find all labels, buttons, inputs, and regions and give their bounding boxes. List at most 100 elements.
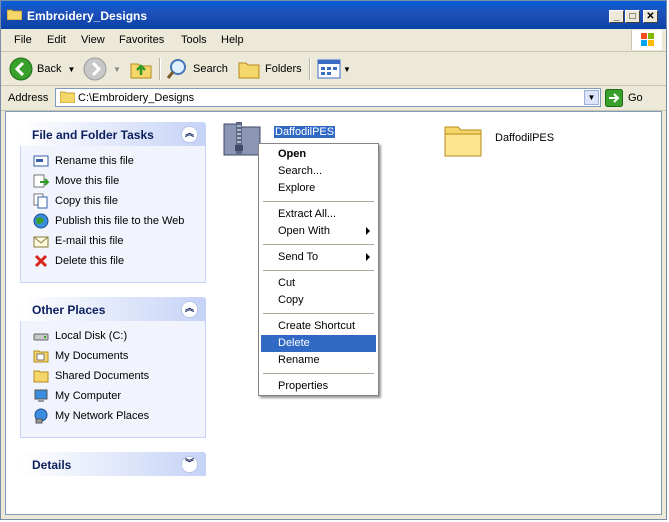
menu-item-label: Rename (278, 354, 320, 366)
file-name: DaffodilPES (274, 126, 336, 138)
toolbar-separator (159, 58, 161, 80)
folders-button[interactable]: Folders (237, 57, 302, 81)
close-button[interactable]: ✕ (643, 10, 658, 23)
views-icon (317, 59, 341, 79)
details-panel: Details ︾ (20, 452, 206, 476)
menu-item-extract-all[interactable]: Extract All... (261, 206, 376, 223)
place-label: Local Disk (C:) (55, 330, 128, 342)
menu-view[interactable]: View (81, 34, 105, 46)
details-header[interactable]: Details ︾ (20, 452, 206, 476)
file-folder-tasks-panel: File and Folder Tasks ︽ Rename this file… (20, 122, 206, 283)
place-my-documents[interactable]: My Documents (33, 347, 128, 365)
documents-folder-icon (33, 350, 49, 363)
menu-item-search[interactable]: Search... (261, 163, 376, 180)
menu-item-delete[interactable]: Delete (261, 335, 376, 352)
go-arrow-icon (605, 88, 623, 107)
menu-help[interactable]: Help (221, 34, 244, 46)
menu-item-copy[interactable]: Copy (261, 292, 376, 309)
submenu-arrow-icon (366, 253, 370, 261)
hard-drive-icon (33, 333, 49, 341)
other-places-header[interactable]: Other Places ︽ (20, 297, 206, 321)
file-item-folder[interactable]: DaffodilPES (443, 120, 554, 163)
email-icon (33, 236, 49, 248)
task-delete[interactable]: Delete this file (33, 252, 124, 270)
menu-item-label: Copy (278, 294, 304, 306)
menu-favorites[interactable]: Favorites (119, 34, 164, 46)
views-dropdown-icon[interactable]: ▼ (343, 65, 351, 74)
menu-item-properties[interactable]: Properties (261, 378, 376, 395)
forward-button[interactable]: ▼ (83, 57, 121, 81)
menu-item-open[interactable]: Open (261, 146, 376, 163)
menu-item-cut[interactable]: Cut (261, 275, 376, 292)
up-folder-icon (130, 63, 152, 79)
task-publish[interactable]: Publish this file to the Web (33, 212, 184, 230)
place-my-network-places[interactable]: My Network Places (33, 407, 149, 425)
compressed-folder-icon (223, 122, 261, 156)
forward-arrow-icon (83, 57, 107, 81)
menu-item-label: Cut (278, 277, 296, 289)
menu-item-rename[interactable]: Rename (261, 352, 376, 369)
address-input[interactable]: C:\Embroidery_Designs ▼ (55, 88, 601, 107)
search-button[interactable]: Search (165, 57, 228, 81)
file-folder-tasks-header[interactable]: File and Folder Tasks ︽ (20, 122, 206, 146)
menu-item-open-with[interactable]: Open With (261, 223, 376, 240)
views-button[interactable]: ▼ (317, 57, 351, 81)
panel-title: File and Folder Tasks (32, 128, 154, 142)
menu-edit[interactable]: Edit (47, 34, 66, 46)
file-name: DaffodilPES (495, 132, 555, 144)
toolbar: Back ▼ ▼ Search Folders ▼ (1, 52, 666, 86)
menu-tools[interactable]: Tools (181, 34, 207, 46)
back-button[interactable]: Back ▼ (9, 57, 75, 81)
place-label: Shared Documents (55, 370, 150, 382)
task-rename[interactable]: Rename this file (33, 152, 134, 170)
menu-bar: File Edit View Favorites Tools Help (1, 29, 666, 52)
up-folder-button[interactable] (129, 57, 153, 81)
menu-file[interactable]: File (14, 34, 32, 46)
place-label: My Network Places (55, 410, 150, 422)
task-email[interactable]: E-mail this file (33, 232, 123, 250)
maximize-button[interactable]: □ (625, 10, 640, 23)
panel-title: Other Places (32, 303, 106, 317)
task-label: Publish this file to the Web (55, 215, 185, 227)
place-label: My Documents (55, 350, 129, 362)
collapse-chevron-icon[interactable]: ︽ (181, 126, 198, 143)
move-icon (33, 174, 49, 188)
menu-separator (263, 373, 374, 374)
collapse-chevron-icon[interactable]: ︽ (181, 301, 198, 318)
address-value: C:\Embroidery_Designs (78, 92, 195, 104)
task-label: Copy this file (55, 195, 118, 207)
menu-item-explore[interactable]: Explore (261, 180, 376, 197)
place-label: My Computer (55, 390, 122, 402)
folders-icon (238, 62, 260, 79)
address-bar: Address C:\Embroidery_Designs ▼ Go (1, 86, 666, 111)
expand-chevron-icon[interactable]: ︾ (181, 456, 198, 473)
menu-item-label: Properties (278, 380, 329, 392)
menu-item-send-to[interactable]: Send To (261, 249, 376, 266)
forward-dropdown-icon[interactable]: ▼ (113, 65, 121, 74)
menu-separator (263, 201, 374, 202)
file-tasks-body: Rename this file Move this file Copy thi… (20, 146, 206, 283)
place-my-computer[interactable]: My Computer (33, 387, 121, 405)
place-local-disk[interactable]: Local Disk (C:) (33, 327, 127, 345)
search-label: Search (193, 63, 228, 75)
copy-icon (33, 193, 48, 209)
menu-separator (263, 244, 374, 245)
title-bar[interactable]: Embroidery_Designs _ □ ✕ (1, 1, 666, 29)
task-copy[interactable]: Copy this file (33, 192, 118, 210)
go-button[interactable]: Go (605, 88, 643, 107)
window-title: Embroidery_Designs (27, 9, 148, 23)
panel-title: Details (32, 458, 72, 472)
task-move[interactable]: Move this file (33, 172, 119, 190)
toolbar-separator (309, 58, 311, 80)
menu-separator (263, 313, 374, 314)
menu-item-create-shortcut[interactable]: Create Shortcut (261, 318, 376, 335)
file-item-zip[interactable]: DaffodilPES (222, 118, 336, 161)
folder-icon (444, 126, 482, 157)
delete-x-icon (34, 254, 48, 268)
place-shared-documents[interactable]: Shared Documents (33, 367, 149, 385)
folders-label: Folders (265, 63, 302, 75)
rename-icon (33, 155, 49, 167)
back-dropdown-icon[interactable]: ▼ (67, 65, 75, 74)
minimize-button[interactable]: _ (609, 10, 624, 23)
address-dropdown-icon[interactable]: ▼ (584, 90, 599, 105)
